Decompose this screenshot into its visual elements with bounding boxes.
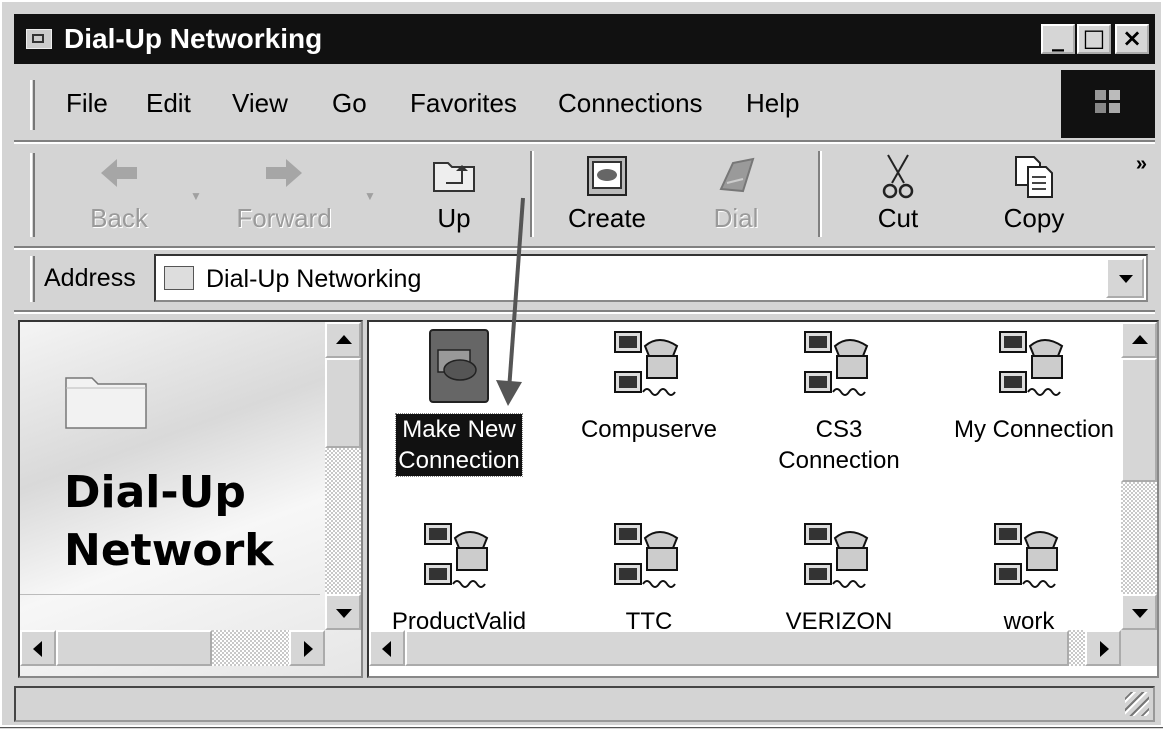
status-bar — [14, 686, 1155, 722]
annotation-arrow — [496, 197, 525, 406]
dialup-networking-window: Dial-Up Networking _ □ × File Edit View … — [0, 0, 1163, 728]
resize-grip-icon[interactable] — [1125, 692, 1149, 716]
